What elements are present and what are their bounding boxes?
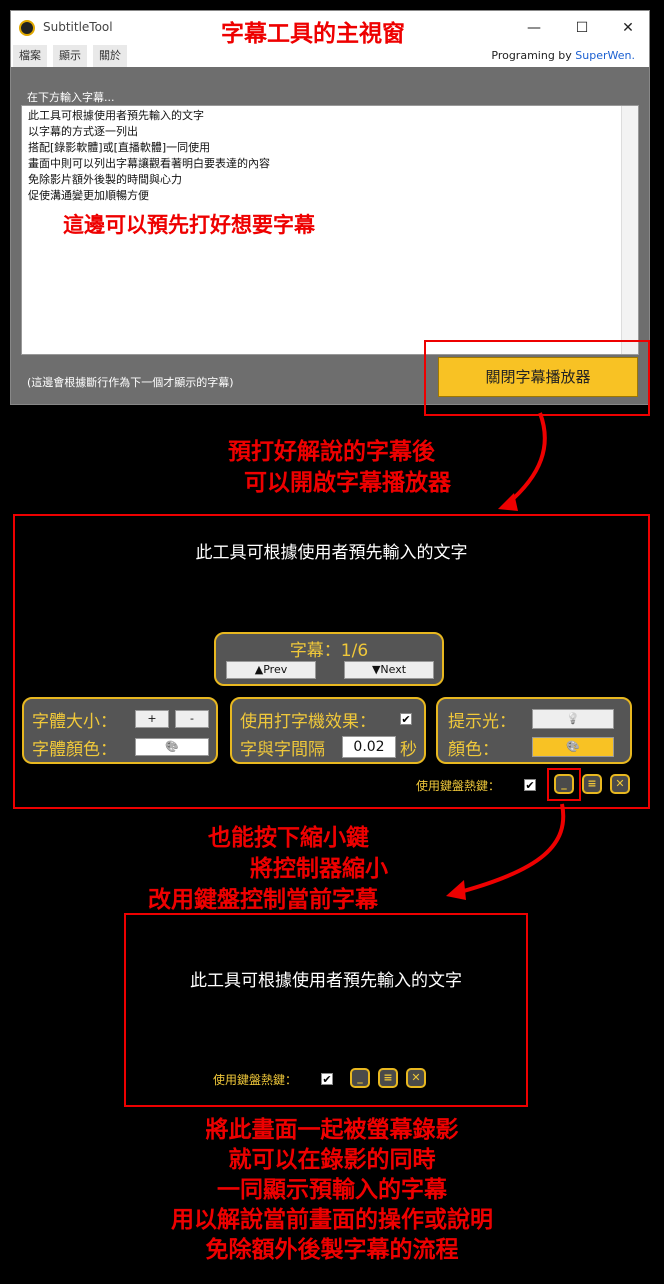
mini-hotkey-checkbox[interactable]: ✔: [321, 1073, 333, 1086]
credit-prefix: Programing by: [491, 49, 576, 62]
text-line: 以字幕的方式逐一列出: [28, 125, 138, 138]
menu-icon[interactable]: ≡: [582, 774, 602, 794]
font-color-label: 字體顏色：: [32, 740, 117, 760]
hint-light-button[interactable]: 💡: [532, 709, 614, 729]
prev-button[interactable]: ▲Prev: [226, 661, 316, 679]
annotation-editor: 這邊可以預先打好想要字幕: [63, 213, 315, 237]
annotation-summary-2: 就可以在錄影的同時: [228, 1147, 436, 1173]
mini-menu-icon[interactable]: ≡: [378, 1068, 398, 1088]
light-bulb-icon: 💡: [566, 712, 580, 725]
typewriter-checkbox[interactable]: ✔: [400, 713, 412, 726]
textarea-scrollbar[interactable]: [621, 106, 638, 354]
mini-minimize-button[interactable]: _: [350, 1068, 370, 1088]
annotation-summary-5: 免除額外後製字幕的流程: [205, 1237, 459, 1263]
app-icon: [19, 20, 35, 36]
text-line: 搭配[錄影軟體]或[直播軟體]一同使用: [28, 141, 211, 154]
annotation-summary-3: 一同顯示預輸入的字幕: [217, 1177, 447, 1203]
annotation-minimize-1: 也能按下縮小鍵: [208, 825, 369, 851]
hint-color-label: 顏色：: [448, 740, 499, 760]
credit-name: SuperWen.: [575, 49, 635, 62]
hotkey-checkbox[interactable]: ✔: [524, 779, 536, 792]
font-color-button[interactable]: 🎨: [135, 738, 209, 756]
annotation-summary-4: 用以解說當前畫面的操作或說明: [171, 1207, 493, 1233]
close-window-button[interactable]: ✕: [613, 17, 643, 39]
editor-label: 在下方輸入字幕...: [27, 91, 115, 104]
arrow-annotation: [446, 803, 566, 900]
annotation-open-player-2: 可以開啟字幕播放器: [244, 470, 451, 496]
next-button[interactable]: ▼Next: [344, 661, 434, 679]
hint-light-box: 提示光： 💡 顏色： 🎨: [436, 697, 632, 764]
typewriter-settings-box: 使用打字機效果： ✔ 字與字間隔 0.02 秒: [230, 697, 426, 764]
text-line: 免除影片額外後製的時間與心力: [28, 173, 182, 186]
maximize-window-button[interactable]: ☐: [567, 17, 597, 39]
line-break-note: (這邊會根據斷行作為下一個才顯示的字幕): [27, 376, 234, 389]
text-line: 促使溝通變更加順暢方便: [28, 189, 149, 202]
app-title: SubtitleTool: [43, 20, 113, 34]
font-size-label: 字體大小：: [32, 712, 117, 732]
hint-light-label: 提示光：: [448, 712, 516, 732]
minimize-window-button[interactable]: —: [519, 17, 549, 39]
interval-input[interactable]: 0.02: [342, 736, 396, 758]
title-bar: SubtitleTool 字幕工具的主視窗 — ☐ ✕: [11, 11, 649, 47]
annotation-main-window: 字幕工具的主視窗: [221, 21, 405, 47]
interval-unit: 秒: [400, 740, 417, 760]
annotation-summary-1: 將此畫面一起被螢幕錄影: [205, 1117, 459, 1143]
hint-color-button[interactable]: 🎨: [532, 737, 614, 757]
mini-player-subtitle: 此工具可根據使用者預先輸入的文字: [190, 971, 462, 991]
menu-file[interactable]: 檔案: [13, 45, 47, 67]
close-icon[interactable]: ✕: [610, 774, 630, 794]
annotation-minimize-2: 將控制器縮小: [250, 856, 388, 882]
font-decrease-button[interactable]: -: [175, 710, 209, 728]
subtitle-counter: 字幕：1/6: [289, 641, 369, 661]
text-line: 畫面中則可以列出字幕讓觀看著明白要表達的內容: [28, 157, 270, 170]
mini-hotkey-label: 使用鍵盤熱鍵：: [213, 1073, 298, 1087]
mini-close-icon[interactable]: ✕: [406, 1068, 426, 1088]
arrow-annotation: [498, 412, 547, 511]
menu-about[interactable]: 關於: [93, 45, 127, 67]
credit-text: Programing by SuperWen.: [491, 45, 635, 67]
annotation-minimize-3: 改用鍵盤控制當前字幕: [148, 887, 378, 913]
menu-bar: 檔案 顯示 關於 Programing by SuperWen.: [11, 45, 649, 67]
typewriter-label: 使用打字機效果：: [240, 712, 376, 732]
palette-icon: 🎨: [566, 740, 580, 753]
highlight-minimize-button: [547, 768, 581, 801]
interval-label: 字與字間隔: [240, 740, 325, 760]
counter-box: 字幕：1/6 ▲Prev ▼Next: [214, 632, 444, 686]
menu-view[interactable]: 顯示: [53, 45, 87, 67]
hotkey-label: 使用鍵盤熱鍵：: [416, 779, 501, 793]
font-increase-button[interactable]: +: [135, 710, 169, 728]
text-line: 此工具可根據使用者預先輸入的文字: [28, 109, 204, 122]
annotation-open-player-1: 預打好解說的字幕後: [228, 439, 435, 465]
palette-icon: 🎨: [165, 740, 179, 753]
font-settings-box: 字體大小： + - 字體顏色： 🎨: [22, 697, 218, 764]
player-subtitle: 此工具可根據使用者預先輸入的文字: [195, 543, 468, 563]
